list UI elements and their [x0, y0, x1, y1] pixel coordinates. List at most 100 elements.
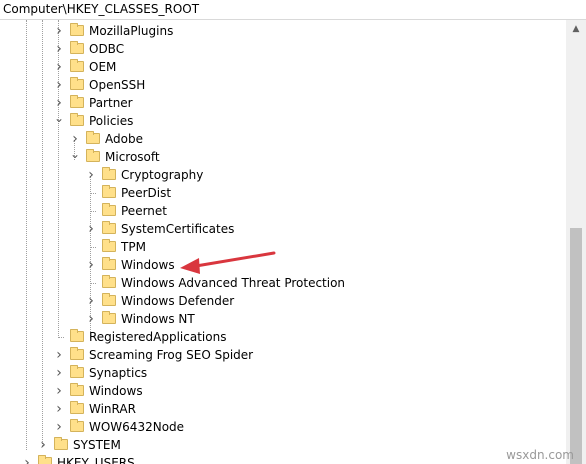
- tree-item-label: ODBC: [89, 42, 125, 56]
- tree-connector: [90, 211, 96, 212]
- tree-item[interactable]: ODBC: [0, 40, 560, 58]
- tree-item[interactable]: MozillaPlugins: [0, 22, 560, 40]
- tree-item[interactable]: PeerDist: [0, 184, 560, 202]
- chevron-right-icon[interactable]: [54, 400, 64, 418]
- folder-icon: [38, 455, 52, 464]
- tree-item[interactable]: Windows Advanced Threat Protection: [0, 274, 560, 292]
- tree-item-label: PeerDist: [121, 186, 172, 200]
- tree-item-label: Windows Defender: [121, 294, 235, 308]
- tree-item[interactable]: Cryptography: [0, 166, 560, 184]
- folder-icon: [70, 23, 84, 36]
- tree-connector: [90, 247, 96, 248]
- chevron-right-icon[interactable]: [70, 130, 80, 148]
- tree-item[interactable]: TPM: [0, 238, 560, 256]
- tree-item-label: Screaming Frog SEO Spider: [89, 348, 254, 362]
- tree-item-label: SYSTEM: [73, 438, 121, 452]
- address-bar[interactable]: Computer\HKEY_CLASSES_ROOT: [0, 0, 586, 20]
- chevron-right-icon[interactable]: [54, 364, 64, 382]
- tree-item[interactable]: OpenSSH: [0, 76, 560, 94]
- chevron-right-icon[interactable]: [38, 436, 48, 454]
- tree-item[interactable]: Synaptics: [0, 364, 560, 382]
- tree-item[interactable]: HKEY_USERS: [0, 454, 560, 464]
- watermark: wsxdn.com: [506, 448, 574, 462]
- chevron-right-icon[interactable]: [54, 22, 64, 40]
- tree-item[interactable]: Policies: [0, 112, 560, 130]
- folder-icon: [70, 383, 84, 396]
- tree-connector: [58, 337, 64, 338]
- scrollbar-thumb[interactable]: [570, 228, 582, 464]
- tree-item[interactable]: Windows Defender: [0, 292, 560, 310]
- folder-icon: [102, 293, 116, 306]
- tree-item-label: Windows Advanced Threat Protection: [121, 276, 346, 290]
- tree-item[interactable]: WOW6432Node: [0, 418, 560, 436]
- tree-item[interactable]: Windows NT: [0, 310, 560, 328]
- folder-icon: [102, 167, 116, 180]
- folder-icon: [70, 365, 84, 378]
- tree-item-label: Adobe: [105, 132, 143, 146]
- chevron-down-icon[interactable]: [54, 112, 64, 130]
- chevron-right-icon[interactable]: [54, 346, 64, 364]
- chevron-right-icon[interactable]: [86, 166, 96, 184]
- folder-icon: [70, 347, 84, 360]
- tree-item[interactable]: Peernet: [0, 202, 560, 220]
- folder-icon: [70, 401, 84, 414]
- tree-item[interactable]: SYSTEM: [0, 436, 560, 454]
- tree-item-label: RegisteredApplications: [89, 330, 227, 344]
- tree-item[interactable]: Screaming Frog SEO Spider: [0, 346, 560, 364]
- chevron-right-icon[interactable]: [54, 94, 64, 112]
- folder-icon: [70, 419, 84, 432]
- folder-icon: [86, 131, 100, 144]
- tree-item[interactable]: OEM: [0, 58, 560, 76]
- folder-icon: [70, 41, 84, 54]
- chevron-right-icon[interactable]: [86, 220, 96, 238]
- tree-item-label: OpenSSH: [89, 78, 146, 92]
- chevron-right-icon[interactable]: [54, 382, 64, 400]
- tree-connector: [90, 283, 96, 284]
- tree-item[interactable]: Windows: [0, 382, 560, 400]
- tree-item[interactable]: SystemCertificates: [0, 220, 560, 238]
- tree-item-label: Synaptics: [89, 366, 148, 380]
- folder-icon: [102, 257, 116, 270]
- folder-icon: [102, 203, 116, 216]
- folder-icon: [54, 437, 68, 450]
- chevron-right-icon[interactable]: [22, 454, 32, 464]
- folder-icon: [86, 149, 100, 162]
- folder-icon: [102, 239, 116, 252]
- vertical-scrollbar[interactable]: ▲: [566, 20, 586, 464]
- folder-icon: [102, 185, 116, 198]
- scroll-up-icon[interactable]: ▲: [566, 22, 586, 36]
- chevron-right-icon[interactable]: [86, 310, 96, 328]
- folder-icon: [102, 275, 116, 288]
- chevron-right-icon[interactable]: [54, 40, 64, 58]
- folder-icon: [70, 77, 84, 90]
- folder-icon: [102, 311, 116, 324]
- tree-item-label: Cryptography: [121, 168, 204, 182]
- tree-item-label: SystemCertificates: [121, 222, 235, 236]
- chevron-right-icon[interactable]: [86, 292, 96, 310]
- tree-item-label: OEM: [89, 60, 117, 74]
- tree-item-label: Windows: [89, 384, 143, 398]
- tree-item-label: Windows NT: [121, 312, 195, 326]
- tree-item-label: Windows: [121, 258, 175, 272]
- chevron-right-icon[interactable]: [86, 256, 96, 274]
- chevron-right-icon[interactable]: [54, 58, 64, 76]
- tree-item[interactable]: RegisteredApplications: [0, 328, 560, 346]
- tree-item[interactable]: Partner: [0, 94, 560, 112]
- tree-item[interactable]: Windows: [0, 256, 560, 274]
- tree-item[interactable]: Adobe: [0, 130, 560, 148]
- folder-icon: [102, 221, 116, 234]
- chevron-right-icon[interactable]: [54, 418, 64, 436]
- tree-item[interactable]: WinRAR: [0, 400, 560, 418]
- chevron-down-icon[interactable]: [70, 148, 80, 166]
- tree-item-label: WOW6432Node: [89, 420, 185, 434]
- tree-item-label: Microsoft: [105, 150, 160, 164]
- tree-item-label: Partner: [89, 96, 133, 110]
- tree-item-label: Policies: [89, 114, 134, 128]
- folder-icon: [70, 329, 84, 342]
- tree-item-label: WinRAR: [89, 402, 136, 416]
- registry-tree[interactable]: MozillaPlugins ODBC OEM OpenSSH Partner Polic…: [0, 20, 566, 464]
- tree-item[interactable]: Microsoft: [0, 148, 560, 166]
- chevron-right-icon[interactable]: [54, 76, 64, 94]
- folder-icon: [70, 95, 84, 108]
- folder-icon: [70, 113, 84, 126]
